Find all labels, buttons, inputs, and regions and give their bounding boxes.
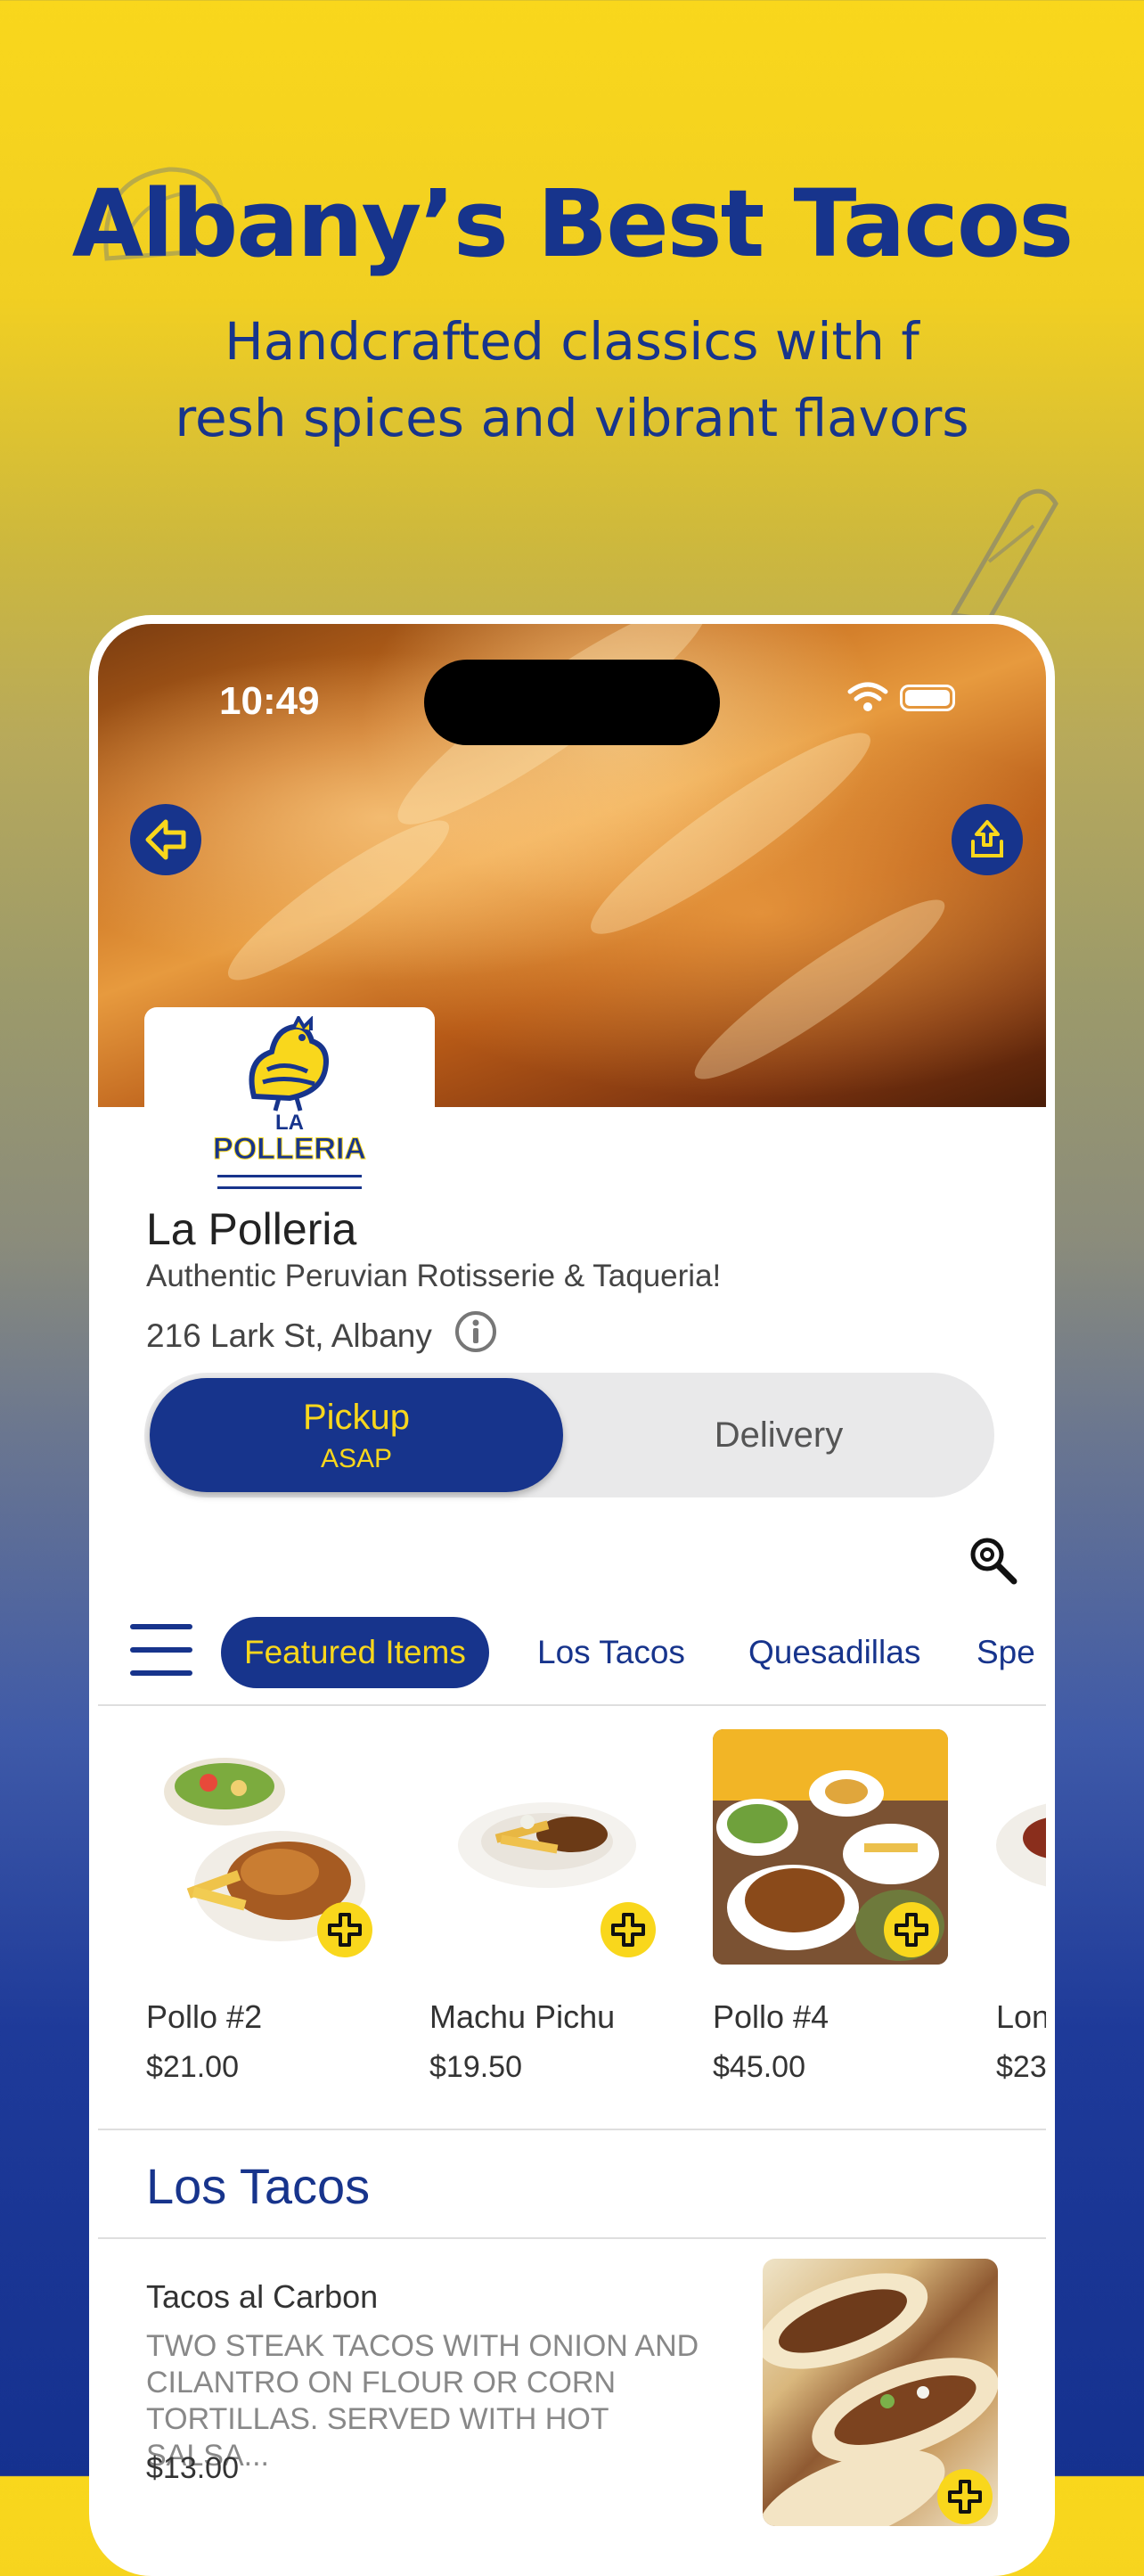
section-title: Los Tacos — [146, 2158, 371, 2214]
back-arrow-icon — [145, 819, 186, 860]
section-title-divider — [98, 2237, 1046, 2239]
delivery-option[interactable]: Delivery — [563, 1415, 994, 1456]
item-price: $21.00 — [146, 2050, 239, 2084]
tab-los-tacos[interactable]: Los Tacos — [537, 1617, 685, 1688]
restaurant-address: 216 Lark St, Albany — [146, 1317, 432, 1354]
promo-headline: Albany’s Best Tacos — [71, 169, 1075, 278]
pickup-time: ASAP — [320, 1444, 393, 1473]
logo-text: POLLERIA — [213, 1132, 367, 1167]
promo-subline: Handcrafted classics with f resh spices … — [175, 311, 969, 448]
status-time: 10:49 — [219, 679, 320, 723]
tab-specials[interactable]: Spe — [976, 1617, 1035, 1688]
item-price: $19.50 — [429, 2050, 522, 2084]
tab-quesadillas[interactable]: Quesadillas — [748, 1617, 920, 1688]
restaurant-name: La Polleria — [146, 1204, 357, 1254]
share-icon — [971, 820, 1003, 857]
search-icon[interactable] — [966, 1533, 1023, 1590]
order-mode-toggle: Pickup ASAP Delivery — [144, 1373, 994, 1497]
add-item-button[interactable] — [601, 1902, 656, 1957]
section-divider — [98, 2129, 1046, 2130]
burrito-deco-icon — [949, 488, 1058, 622]
menu-item-name[interactable]: Tacos al Carbon — [146, 2278, 378, 2316]
item-image — [996, 1729, 1046, 1965]
info-icon[interactable] — [453, 1309, 499, 1355]
phone-frame: 10:49 LA POLLERIA La Polleria Authentic … — [89, 615, 1055, 2576]
rooster-logo-icon — [249, 1016, 329, 1112]
plus-icon — [611, 1913, 645, 1947]
item-name: Pollo #2 — [146, 1998, 263, 2035]
add-item-button[interactable] — [884, 1902, 939, 1957]
menu-item-price: $13.00 — [146, 2451, 239, 2485]
item-price: $45.00 — [713, 2050, 805, 2084]
category-divider — [98, 1704, 1046, 1706]
back-button[interactable] — [130, 804, 201, 875]
plus-icon — [328, 1913, 362, 1947]
logo-pattern — [217, 1175, 362, 1189]
wifi-icon — [847, 682, 888, 711]
plus-icon — [895, 1913, 928, 1947]
dynamic-island — [424, 660, 720, 745]
item-name: Lon — [996, 1998, 1050, 2035]
tab-featured-items[interactable]: Featured Items — [221, 1617, 489, 1688]
menu-icon[interactable] — [130, 1624, 192, 1694]
item-name: Machu Pichu — [429, 1998, 616, 2035]
restaurant-tagline: Authentic Peruvian Rotisserie & Taqueria… — [146, 1259, 722, 1293]
plus-icon — [948, 2480, 982, 2514]
add-item-button[interactable] — [317, 1902, 372, 1957]
restaurant-logo: LA POLLERIA — [144, 1007, 435, 1212]
share-button[interactable] — [952, 804, 1023, 875]
add-item-button[interactable] — [937, 2469, 993, 2524]
pickup-label: Pickup — [302, 1398, 411, 1437]
item-name: Pollo #4 — [713, 1998, 829, 2035]
menu-item-image[interactable] — [763, 2259, 998, 2526]
pickup-option[interactable]: Pickup ASAP — [150, 1378, 563, 1492]
battery-icon — [900, 685, 955, 711]
item-price: $23 — [996, 2050, 1047, 2084]
